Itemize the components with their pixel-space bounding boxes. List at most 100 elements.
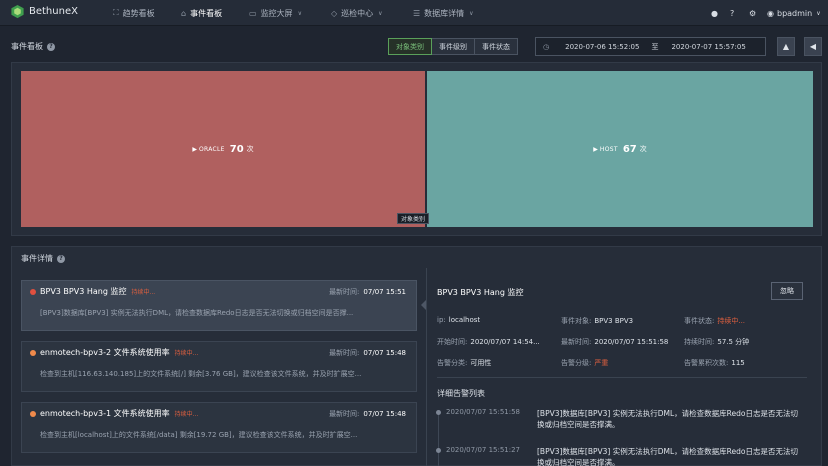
user-menu[interactable]: ◉ bpadmin ∨: [767, 0, 821, 26]
help-icon: ?: [730, 8, 735, 18]
treemap-tooltip: 对象类别: [397, 213, 430, 224]
event-card[interactable]: BPV3 BPV3 Hang 监控 持续中... 最新时间: 07/07 15:51…: [21, 280, 417, 331]
timeline-line: [438, 412, 439, 466]
nav-item-monitor[interactable]: ▭ 监控大屏 ∨: [249, 0, 302, 26]
event-time: 最新时间: 07/07 15:48: [329, 348, 406, 358]
trend-icon: ⛶: [113, 8, 119, 17]
field-label: 告警分级:: [561, 359, 592, 367]
play-icon: ▶: [192, 145, 197, 153]
event-card[interactable]: enmotech-bpv3-1 文件系统使用率 持续中... 最新时间: 07/07…: [21, 402, 417, 453]
alert-text: [BPV3]数据库[BPV3] 实例无法执行DML，请检查数据库Redo日志是否…: [537, 447, 798, 466]
event-time-label: 最新时间:: [329, 288, 360, 296]
event-time-label: 最新时间:: [329, 410, 360, 418]
shield-icon: ◇: [331, 8, 338, 18]
field-level: 告警分级: 严重: [561, 358, 608, 368]
field-count: 告警累积次数: 115: [684, 358, 745, 368]
location-button[interactable]: ●: [711, 0, 718, 26]
event-time-value: 07/07 15:48: [363, 349, 406, 357]
chevron-down-icon: ∨: [816, 9, 821, 17]
severity-dot: [30, 289, 36, 295]
field-label: 告警分类:: [437, 359, 468, 367]
bell-icon: ⌂: [181, 8, 187, 18]
nav-item-label: 事件看板: [190, 8, 223, 18]
chevron-down-icon: ∨: [297, 9, 302, 17]
cell-unit: 次: [639, 145, 647, 153]
ignore-button[interactable]: 忽略: [771, 282, 803, 300]
help-icon[interactable]: ?: [57, 254, 65, 263]
help-button[interactable]: ?: [730, 0, 734, 26]
notification-button[interactable]: ▲: [777, 37, 795, 56]
field-value: 115: [731, 359, 745, 367]
cell-unit: 次: [246, 145, 254, 153]
event-title: enmotech-bpv3-2 文件系统使用率: [40, 348, 170, 357]
date-end[interactable]: 2020-07-07 15:57:05: [671, 43, 745, 51]
field-label: 告警累积次数:: [684, 359, 729, 367]
alert-time: 2020/07/07 15:51:58: [446, 408, 521, 416]
tab-object-category[interactable]: 对象类别: [388, 38, 432, 55]
nav-item-inspection[interactable]: ◇ 巡检中心 ∨: [331, 0, 383, 26]
calendar-icon: ◷: [543, 42, 550, 51]
tab-event-status[interactable]: 事件状态: [475, 38, 518, 55]
event-time-label: 最新时间:: [329, 349, 360, 357]
event-card[interactable]: enmotech-bpv3-2 文件系统使用率 持续中... 最新时间: 07/07…: [21, 341, 417, 392]
nav-item-database[interactable]: ☰ 数据库详情 ∨: [413, 0, 474, 26]
field-value: 57.5 分钟: [717, 338, 750, 346]
event-card-title: enmotech-bpv3-2 文件系统使用率 持续中...: [40, 347, 198, 358]
timeline-dot: [436, 448, 441, 453]
field-start-time: 开始时间: 2020/07/07 14:54...: [437, 337, 540, 347]
field-label: 事件状态:: [684, 317, 715, 325]
field-ip: ip: localhost: [437, 316, 480, 324]
field-latest-time: 最新时间: 2020/07/07 15:51:58: [561, 337, 668, 347]
monitor-icon: ▭: [249, 8, 257, 18]
event-title: BPV3 BPV3 Hang 监控: [40, 287, 127, 296]
tab-event-level[interactable]: 事件级别: [432, 38, 475, 55]
field-value: 2020/07/07 15:51:58: [594, 338, 669, 346]
event-time: 最新时间: 07/07 15:48: [329, 409, 406, 419]
details-divider: [426, 268, 427, 466]
timeline-dot: [436, 410, 441, 415]
board-title: 事件看板 ?: [11, 41, 55, 52]
app-logo[interactable]: BethuneX: [10, 4, 78, 19]
chevron-down-icon: ∨: [378, 9, 383, 17]
field-label: ip:: [437, 316, 446, 324]
event-card-title: BPV3 BPV3 Hang 监控 持续中...: [40, 286, 155, 297]
divider: [437, 377, 807, 378]
settings-button[interactable]: ⚙: [749, 0, 756, 26]
field-value: 严重: [594, 359, 609, 367]
nav-item-label: 监控大屏: [260, 8, 293, 18]
app-name: BethuneX: [29, 6, 78, 17]
cell-label: ORACLE: [198, 145, 225, 153]
field-object: 事件对象: BPV3 BPV3: [561, 316, 633, 326]
sound-button[interactable]: ◀: [804, 37, 822, 56]
treemap-cell-oracle[interactable]: ▶ ORACLE 70 次: [21, 71, 425, 227]
event-desc: [BPV3]数据库[BPV3] 实例无法执行DML，请检查数据库Redo日志是否…: [40, 309, 354, 317]
location-pin-icon: ●: [711, 8, 718, 18]
nav-item-trend[interactable]: ⛶ 趋势看板: [113, 0, 155, 26]
alert-text: [BPV3]数据库[BPV3] 实例无法执行DML，请检查数据库Redo日志是否…: [537, 409, 798, 429]
field-value: 持续中...: [717, 317, 746, 325]
alerts-title: 详细告警列表: [437, 389, 485, 398]
username: bpadmin: [776, 8, 813, 18]
date-range-picker[interactable]: ◷ 2020-07-06 15:52:05 至 2020-07-07 15:57…: [535, 37, 766, 56]
event-desc: 检查到主机[localhost]上的文件系统[/data] 剩余[19.72 G…: [40, 431, 358, 439]
help-icon[interactable]: ?: [47, 42, 55, 51]
details-title: 事件详情 ?: [21, 253, 65, 264]
date-separator: 至: [651, 42, 659, 51]
gear-icon: ⚙: [749, 8, 757, 18]
date-start[interactable]: 2020-07-06 15:52:05: [565, 43, 639, 51]
database-icon: ☰: [413, 8, 421, 18]
cell-count: 70: [229, 143, 244, 155]
nav-item-label: 巡检中心: [341, 8, 374, 18]
field-value: localhost: [448, 316, 481, 324]
event-status: 持续中...: [131, 289, 156, 296]
board-tabs: 对象类别 事件级别 事件状态: [388, 38, 518, 55]
field-label: 最新时间:: [561, 338, 592, 346]
severity-dot: [30, 411, 36, 417]
treemap-cell-host[interactable]: ▶ HOST 67 次: [427, 71, 813, 227]
field-label: 开始时间:: [437, 338, 468, 346]
event-time-value: 07/07 15:48: [363, 410, 406, 418]
nav-item-events[interactable]: ⌂ 事件看板: [181, 0, 222, 26]
field-value: BPV3 BPV3: [594, 317, 634, 325]
field-value: 2020/07/07 14:54...: [470, 338, 540, 346]
event-time: 最新时间: 07/07 15:51: [329, 287, 406, 297]
